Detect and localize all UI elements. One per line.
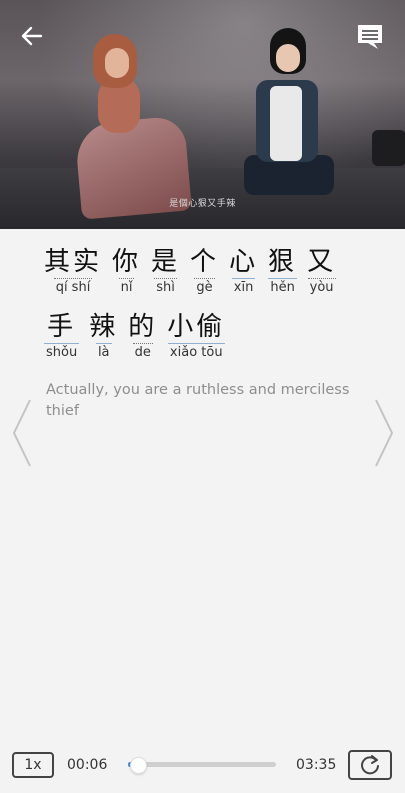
pinyin: là [95,343,112,360]
video-subtitle: 是個心狠又手辣 [169,199,236,209]
pinyin: shì [154,278,177,295]
stage-amp [372,130,405,166]
hanzi: 手 [47,312,77,342]
hanzi: 你 [112,247,142,277]
replay-button[interactable] [348,750,392,780]
lyric-word[interactable]: 小偷 xiǎo tōu [167,311,225,362]
chat-bubble-icon [358,25,382,49]
lyric-word[interactable]: 狠 hěn [268,246,297,297]
current-time: 00:06 [67,757,108,773]
hanzi: 心 [229,247,259,277]
lyric-word[interactable]: 个 gè [190,246,219,297]
pinyin: de [132,343,153,360]
hanzi: 小偷 [167,312,226,342]
singer-right-tshirt [270,86,302,161]
lyrics-line-2: 手 shǒu 辣 là 的 de 小偷 xiǎo tōu [44,311,364,362]
replay-icon [361,755,379,775]
hanzi: 是 [151,247,181,277]
pinyin: shǒu [44,343,80,360]
pinyin: qí shí [53,278,93,295]
lyrics-panel: 其实 qí shí 你 nǐ 是 shì 个 gè 心 xīn 狠 hěn 又 … [44,246,364,376]
pinyin: gè [194,278,215,295]
progress-knob[interactable] [130,757,148,774]
hanzi: 其实 [44,247,103,277]
progress-track[interactable] [128,762,276,767]
lyric-word[interactable]: 辣 là [89,311,118,362]
back-button[interactable] [18,22,46,50]
pinyin: hěn [268,278,297,295]
pinyin: xīn [231,278,256,295]
lyric-word[interactable]: 其实 qí shí [44,246,102,297]
video-player[interactable]: 是個心狠又手辣 [0,0,405,229]
hanzi: 辣 [89,312,119,342]
total-time: 03:35 [296,757,337,773]
singer-left-face [105,48,129,78]
translation-text: Actually, you are a ruthless and mercile… [46,382,350,419]
comments-button[interactable] [354,22,386,52]
lyric-word[interactable]: 你 nǐ [112,246,141,297]
hanzi: 的 [128,312,158,342]
chevron-right-icon [375,399,394,467]
pinyin: nǐ [118,278,135,295]
hanzi: 又 [307,247,337,277]
playback-speed-button[interactable]: 1x [12,752,54,778]
hanzi: 个 [190,247,220,277]
previous-line-button[interactable] [10,398,34,468]
lyrics-line-1: 其实 qí shí 你 nǐ 是 shì 个 gè 心 xīn 狠 hěn 又 … [44,246,364,297]
lyric-word[interactable]: 是 shì [151,246,180,297]
pinyin: xiǎo tōu [167,343,225,360]
next-line-button[interactable] [372,398,396,468]
lyric-word[interactable]: 手 shǒu [44,311,80,362]
lyric-word[interactable]: 心 xīn [229,246,258,297]
pinyin: yòu [307,278,336,295]
lyric-word[interactable]: 又 yòu [307,246,336,297]
back-arrow-icon [21,26,43,46]
lyric-word[interactable]: 的 de [128,311,157,362]
chevron-left-icon [12,399,31,467]
singer-right-face [276,44,300,72]
playback-bar: 1x 00:06 03:35 [0,748,405,793]
hanzi: 狠 [268,247,298,277]
